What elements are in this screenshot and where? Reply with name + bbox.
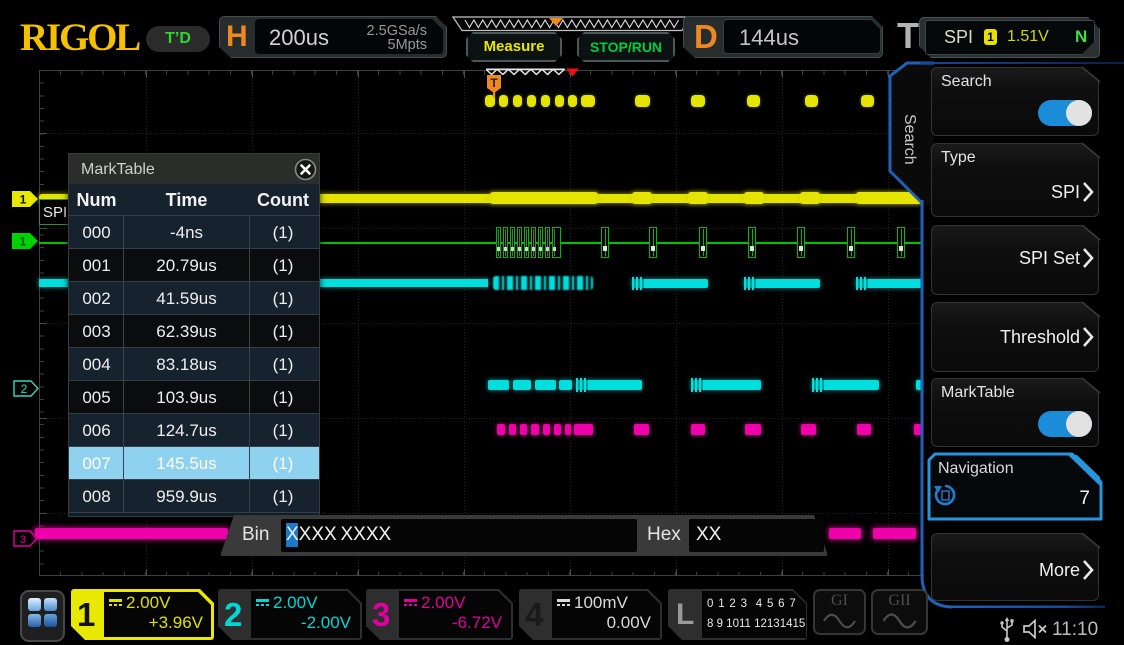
- svg-text:3: 3: [20, 534, 26, 546]
- svg-text:1: 1: [20, 193, 27, 207]
- svg-text:2: 2: [21, 382, 28, 396]
- svg-text:T: T: [490, 76, 498, 90]
- svg-text:1: 1: [20, 235, 27, 249]
